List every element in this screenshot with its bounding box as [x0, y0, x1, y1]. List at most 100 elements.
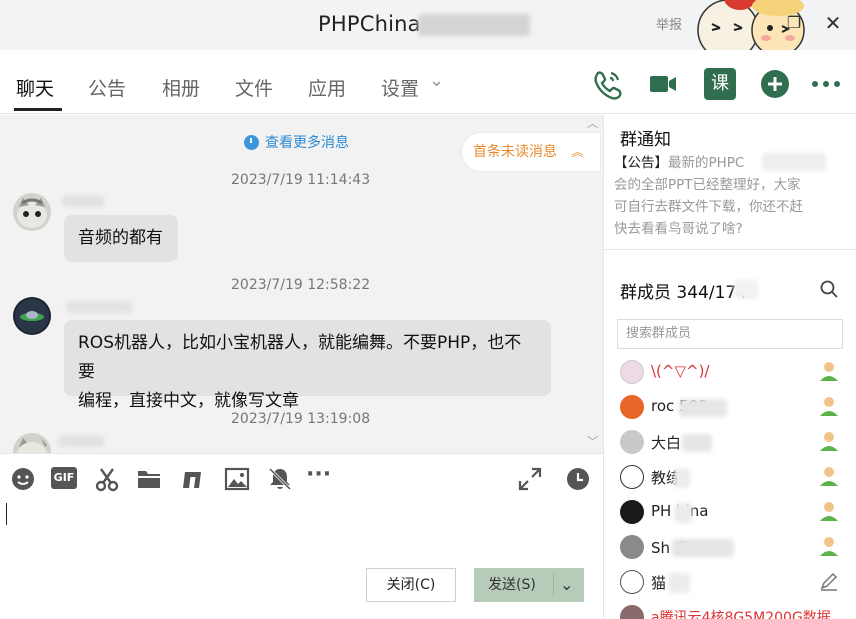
member-search-placeholder: 搜索群成员 — [626, 326, 692, 341]
member-row[interactable]: Sh 青 — [604, 530, 856, 565]
avatar[interactable] — [13, 433, 51, 453]
avatar[interactable] — [13, 297, 51, 335]
group-side-panel: 群通知 【公告】最新的PHPC 会的全部PPT已经整理好，大家 可自行去群文件下… — [603, 115, 856, 619]
edit-pencil-icon[interactable] — [818, 570, 840, 592]
gif-icon[interactable]: GIF — [51, 467, 77, 489]
music-icon[interactable] — [179, 466, 205, 492]
member-role-icon — [820, 397, 838, 416]
history-icon[interactable] — [565, 466, 591, 492]
video-icon[interactable] — [647, 68, 679, 100]
load-more-messages-link[interactable]: 查看更多消息 — [244, 132, 349, 152]
member-name: \(^▽^)/ — [651, 362, 710, 380]
notice-tag: 【公告】 — [614, 155, 668, 171]
emoji-icon[interactable] — [10, 466, 36, 492]
member-row[interactable]: 教练 — [604, 460, 856, 495]
member-role-icon — [820, 362, 838, 381]
member-role-icon — [820, 502, 838, 521]
members-title: 群成员 344/174 — [620, 283, 748, 303]
first-unread-label: 首条未读消息 — [473, 144, 557, 160]
scissors-icon[interactable] — [94, 466, 120, 492]
member-row[interactable]: PH hina — [604, 495, 856, 530]
blurred-sender-name — [58, 435, 104, 447]
input-toolbar: GIF ··· — [0, 453, 603, 503]
tab-settings[interactable]: 设置 — [381, 74, 419, 101]
tab-announcements[interactable]: 公告 — [88, 74, 126, 101]
member-avatar — [620, 360, 644, 384]
scroll-down-icon[interactable]: ﹀ — [587, 433, 598, 449]
blurred-member-name — [672, 539, 734, 557]
panel-divider — [604, 249, 856, 250]
send-button[interactable]: 发送(S) ⌄ — [474, 568, 584, 602]
first-unread-button[interactable]: 首条未读消息 ︽ — [462, 133, 600, 171]
blurred-member-name — [668, 573, 690, 593]
phone-icon[interactable] — [591, 68, 623, 100]
cat-avatar-icon — [13, 193, 51, 231]
more-tools-icon[interactable]: ··· — [306, 462, 336, 488]
load-more-label: 查看更多消息 — [265, 135, 349, 151]
member-row[interactable]: roc 509 — [604, 390, 856, 425]
member-avatar — [620, 395, 644, 419]
course-icon[interactable]: 课 — [704, 68, 736, 100]
message-bubble[interactable]: ROS机器人，比如小宝机器人，就能编舞。不要PHP，也不要 编程，直接中文，就像… — [64, 320, 551, 411]
close-button[interactable]: ✕ — [820, 10, 846, 36]
title-bar: PHPChina 举报 ❐ ✕ — [0, 0, 856, 50]
blurred-title-suffix — [418, 14, 530, 36]
double-chevron-up-icon: ︽ — [571, 145, 584, 159]
avatar[interactable] — [13, 193, 51, 231]
member-role-icon — [820, 537, 838, 556]
send-label: 发送(S) — [488, 577, 536, 593]
blurred-notice-text — [762, 153, 826, 171]
image-icon[interactable] — [224, 466, 250, 492]
blurred-member-name — [682, 434, 712, 452]
add-icon[interactable] — [759, 68, 791, 100]
blurred-member-name — [674, 468, 690, 488]
group-notice-title: 群通知 — [620, 130, 671, 150]
blurred-member-name — [679, 399, 727, 417]
member-name: a腾讯云4核8G5M200G数据 — [651, 610, 831, 619]
tab-chat[interactable]: 聊天 — [16, 74, 54, 101]
tab-files[interactable]: 文件 — [235, 74, 273, 101]
message-bubble[interactable]: 音频的都有 — [64, 215, 178, 262]
member-avatar — [620, 430, 644, 454]
expand-icon[interactable] — [517, 466, 543, 492]
more-options-icon[interactable] — [810, 68, 842, 100]
member-avatar — [620, 570, 644, 594]
scroll-up-icon[interactable]: ︿ — [587, 115, 598, 131]
blurred-sender-name — [62, 195, 104, 207]
notice-line: 最新的PHPC — [668, 155, 745, 171]
notice-line: 快去看看鸟哥说了啥? — [614, 221, 743, 237]
restore-button[interactable]: ❐ — [781, 10, 807, 36]
message-timestamp: 2023/7/19 12:58:22 — [231, 277, 371, 293]
active-tab-indicator — [14, 108, 62, 111]
text-caret — [6, 503, 7, 525]
member-row[interactable]: 大白 — [604, 425, 856, 460]
blurred-member-name — [674, 503, 692, 523]
tab-apps[interactable]: 应用 — [308, 74, 346, 101]
member-role-icon — [820, 467, 838, 486]
clock-icon — [244, 134, 259, 150]
send-divider — [553, 574, 554, 596]
message-timestamp: 2023/7/19 13:19:08 — [231, 411, 371, 427]
member-search-input[interactable]: 搜索群成员 — [617, 319, 843, 349]
report-link[interactable]: 举报 — [656, 14, 682, 33]
close-chat-button[interactable]: 关闭(C) — [366, 568, 456, 602]
folder-icon[interactable] — [136, 466, 162, 492]
member-row[interactable]: 猫 — [604, 565, 856, 600]
tab-album[interactable]: 相册 — [162, 74, 200, 101]
member-role-icon — [820, 432, 838, 451]
message-list[interactable]: 查看更多消息 首条未读消息 ︽ ︿ 2023/7/19 11:14:43 音频的… — [0, 115, 603, 453]
blurred-sender-name — [66, 301, 132, 313]
notice-line: 会的全部PPT已经整理好，大家 — [614, 177, 801, 193]
message-text: 音频的都有 — [78, 228, 163, 248]
search-icon[interactable] — [820, 280, 838, 298]
window-title: PHPChina — [318, 12, 421, 36]
member-row[interactable]: \(^▽^)/ — [604, 355, 856, 390]
member-row[interactable]: a腾讯云4核8G5M200G数据 — [604, 600, 856, 619]
chat-window: PHPChina 举报 ❐ ✕ 聊天 公告 相册 文件 应用 设置 ⌄ 课 查看… — [0, 0, 856, 619]
send-options-chevron-icon[interactable]: ⌄ — [560, 568, 573, 602]
member-avatar — [620, 465, 644, 489]
mute-bell-icon[interactable] — [267, 466, 293, 492]
member-avatar — [620, 605, 644, 619]
cat-avatar-icon — [13, 433, 51, 453]
message-input[interactable]: 关闭(C) 发送(S) ⌄ — [0, 503, 603, 619]
